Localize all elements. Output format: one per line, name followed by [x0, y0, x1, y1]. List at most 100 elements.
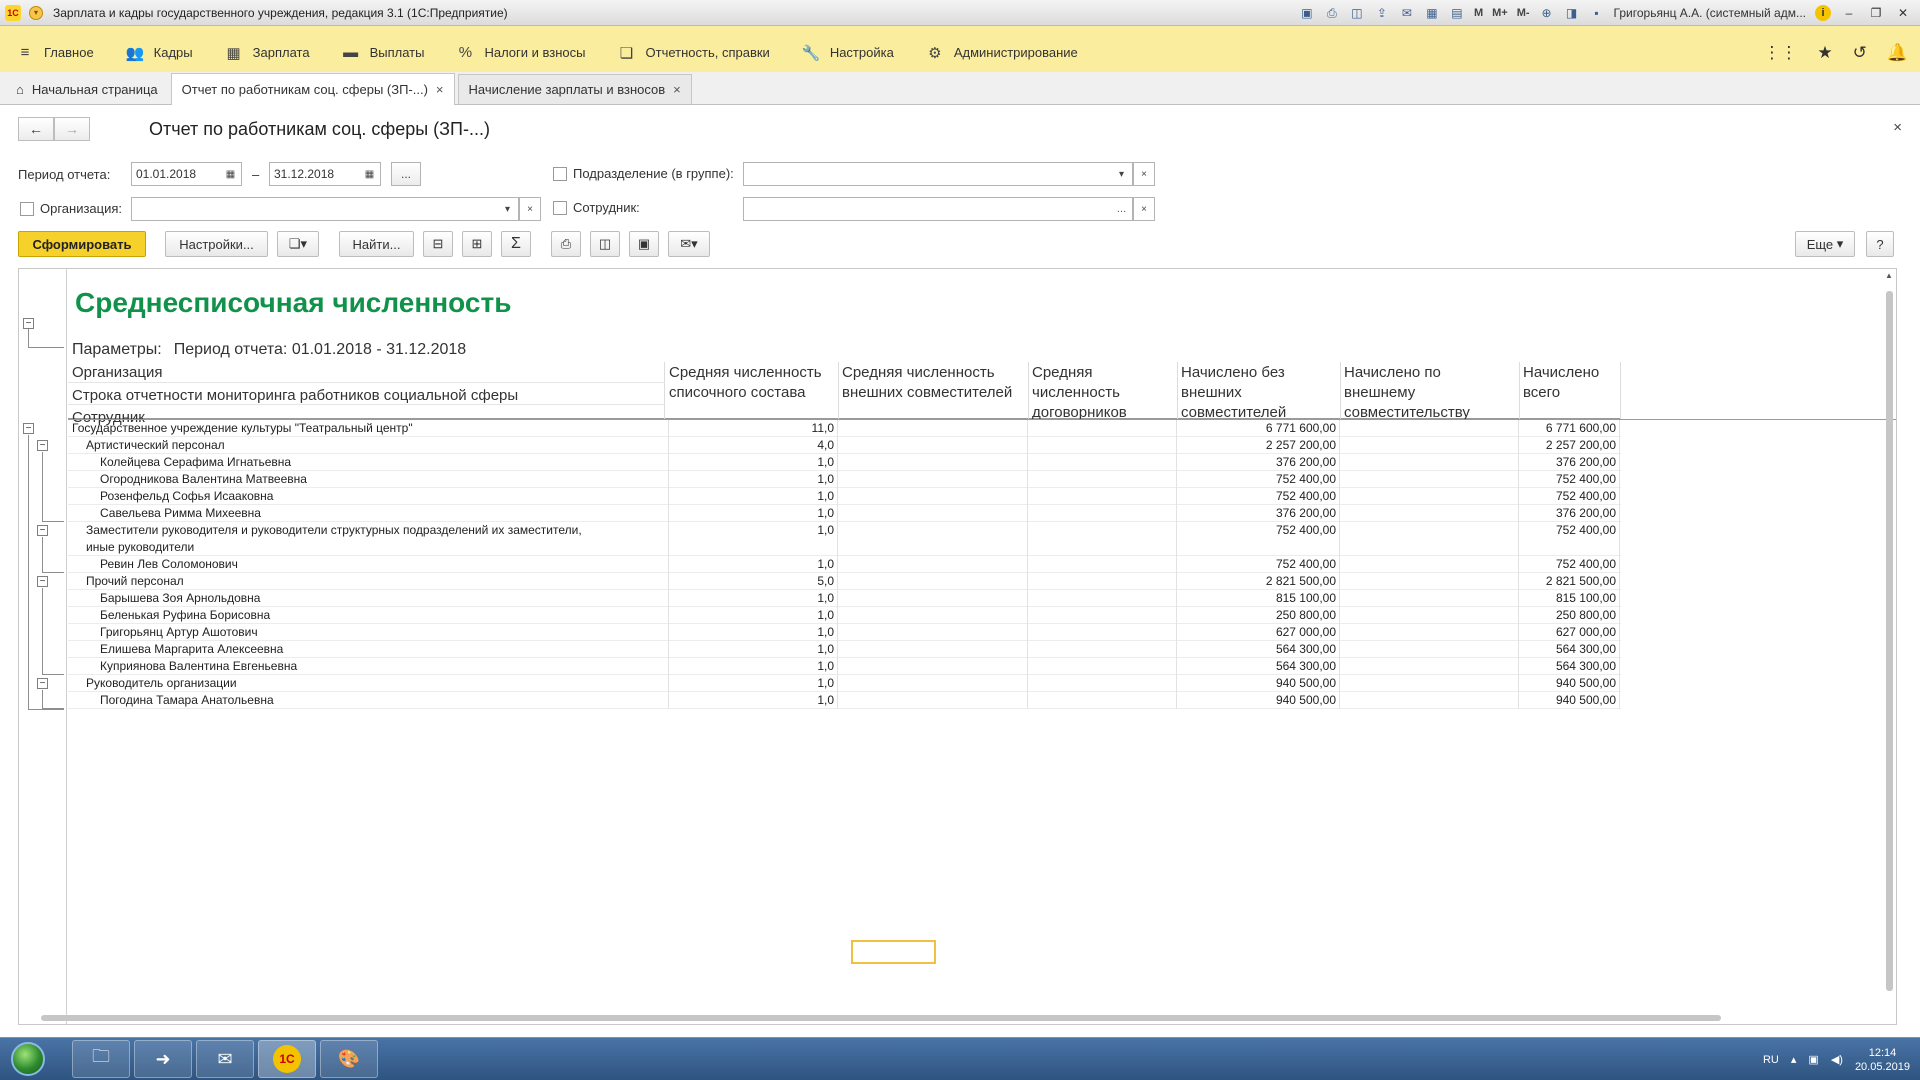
- paint-icon[interactable]: 🎨: [320, 1040, 378, 1078]
- spreadsheet-icon[interactable]: ▦: [1424, 5, 1440, 21]
- employee-field[interactable]: [743, 197, 1113, 221]
- tab-report[interactable]: Отчет по работникам соц. сферы (ЗП-...) ×: [170, 73, 455, 105]
- tray-arrow-icon[interactable]: ▴: [1791, 1053, 1797, 1066]
- dept-checkbox[interactable]: [553, 167, 567, 181]
- start-button[interactable]: [6, 1039, 50, 1079]
- panel-icon[interactable]: ◨: [1564, 5, 1580, 21]
- save-icon[interactable]: ▣: [629, 231, 659, 257]
- chevron-down-icon[interactable]: ▾: [1111, 162, 1133, 186]
- vertical-scroll-thumb[interactable]: [1886, 291, 1893, 991]
- form-close-icon[interactable]: ×: [1893, 119, 1902, 136]
- select-icon[interactable]: …: [1111, 197, 1133, 221]
- app-1c-icon[interactable]: 1С: [258, 1040, 316, 1078]
- horizontal-scroll-thumb[interactable]: [41, 1015, 1721, 1021]
- collapse-icon[interactable]: −: [37, 576, 48, 587]
- active-cell-cursor[interactable]: [851, 940, 936, 964]
- link-icon[interactable]: ⇪: [1374, 5, 1390, 21]
- send-mail-icon[interactable]: ✉▾: [668, 231, 710, 257]
- expand-groups-icon[interactable]: ⊞: [462, 231, 492, 257]
- mail-icon[interactable]: ✉: [1399, 5, 1415, 21]
- date-to-field[interactable]: 31.12.2018: [269, 162, 361, 186]
- date-from-field[interactable]: 01.01.2018: [131, 162, 222, 186]
- back-arrow-icon[interactable]: ←: [18, 117, 54, 141]
- explorer-folder-icon[interactable]: 🗀: [72, 1040, 130, 1078]
- calendar-icon[interactable]: ▦: [220, 162, 242, 186]
- table-row[interactable]: Заместители руководителя и руководители …: [68, 522, 1621, 556]
- calendar-icon[interactable]: ▦: [359, 162, 381, 186]
- table-row[interactable]: Погодина Тамара Анатольевна 1,0 940 500,00…: [68, 692, 1621, 709]
- clear-icon[interactable]: ×: [1133, 162, 1155, 186]
- collapse-icon[interactable]: −: [23, 318, 34, 329]
- language-indicator[interactable]: RU: [1763, 1054, 1779, 1066]
- collapse-icon[interactable]: −: [37, 440, 48, 451]
- table-row[interactable]: Прочий персонал 5,0 2 821 500,00 2 821 500,…: [68, 573, 1621, 590]
- remote-app-icon[interactable]: ➜: [134, 1040, 192, 1078]
- org-field[interactable]: [131, 197, 499, 221]
- collapse-groups-icon[interactable]: ⊟: [423, 231, 453, 257]
- history-icon[interactable]: ↺: [1853, 43, 1867, 63]
- collapse-icon[interactable]: −: [37, 525, 48, 536]
- generate-button[interactable]: Сформировать: [18, 231, 146, 257]
- vertical-scrollbar[interactable]: ▲: [1884, 271, 1894, 1021]
- memory-mplus-button[interactable]: M+: [1492, 5, 1508, 21]
- table-row[interactable]: Елишева Маргарита Алексеевна 1,0 564 300,0…: [68, 641, 1621, 658]
- tab-home[interactable]: ⌂ Начальная страница: [6, 74, 168, 104]
- table-row[interactable]: Государственное учреждение культуры "Теа…: [68, 420, 1621, 437]
- org-checkbox[interactable]: [20, 202, 34, 216]
- memory-m-button[interactable]: M: [1474, 5, 1483, 21]
- print-icon[interactable]: ⎙: [551, 231, 581, 257]
- network-icon[interactable]: ▣: [1808, 1053, 1818, 1066]
- window-close-button[interactable]: ✕: [1894, 4, 1912, 22]
- preview-icon[interactable]: ◫: [1349, 5, 1365, 21]
- info-icon[interactable]: i: [1815, 5, 1831, 21]
- table-row[interactable]: Куприянова Валентина Евгеньевна 1,0 564 30…: [68, 658, 1621, 675]
- favorites-star-icon[interactable]: ★: [1817, 43, 1832, 63]
- help-button[interactable]: ?: [1866, 231, 1894, 257]
- collapse-icon[interactable]: −: [23, 423, 34, 434]
- user-name[interactable]: Григорьянц А.А. (системный адм...: [1614, 6, 1806, 20]
- main-menu-icon[interactable]: ▾: [29, 5, 43, 20]
- collapse-icon[interactable]: −: [37, 678, 48, 689]
- calendar-icon[interactable]: ▤: [1449, 5, 1465, 21]
- restore-button[interactable]: ❐: [1867, 4, 1885, 22]
- notifications-bell-icon[interactable]: 🔔: [1887, 43, 1908, 63]
- sum-icon[interactable]: Σ: [501, 231, 531, 257]
- save-icon[interactable]: ▣: [1299, 5, 1315, 21]
- clear-icon[interactable]: ×: [1133, 197, 1155, 221]
- table-row[interactable]: Савельева Римма Михеевна 1,0 376 200,00 376…: [68, 505, 1621, 522]
- table-row[interactable]: Ревин Лев Соломонович 1,0 752 400,00 752 40…: [68, 556, 1621, 573]
- forward-arrow-icon[interactable]: →: [54, 117, 90, 141]
- table-row[interactable]: Барышева Зоя Арнольдовна 1,0 815 100,00 815…: [68, 590, 1621, 607]
- employee-checkbox[interactable]: [553, 201, 567, 215]
- volume-icon[interactable]: ◀): [1831, 1053, 1843, 1066]
- close-icon[interactable]: ×: [673, 82, 681, 97]
- clock[interactable]: 12:14 20.05.2019: [1855, 1046, 1910, 1074]
- tab-payroll[interactable]: Начисление зарплаты и взносов ×: [457, 74, 692, 104]
- table-row[interactable]: Беленькая Руфина Борисовна 1,0 250 800,00 2…: [68, 607, 1621, 624]
- outlook-icon[interactable]: ✉: [196, 1040, 254, 1078]
- chevron-down-icon[interactable]: ▾: [497, 197, 519, 221]
- zoom-icon[interactable]: ⊕: [1539, 5, 1555, 21]
- settings-button[interactable]: Настройки...: [165, 231, 268, 257]
- more-button[interactable]: Еще ▾: [1795, 231, 1855, 257]
- print-icon[interactable]: ⎙: [1324, 5, 1340, 21]
- table-row[interactable]: Артистический персонал 4,0 2 257 200,00 2 2…: [68, 437, 1621, 454]
- table-row[interactable]: Огородникова Валентина Матвеевна 1,0 752 4…: [68, 471, 1621, 488]
- close-icon[interactable]: ×: [436, 82, 444, 97]
- minimize-button[interactable]: –: [1840, 4, 1858, 22]
- table-row[interactable]: Григорьянц Артур Ашотович 1,0 627 000,00 62…: [68, 624, 1621, 641]
- horizontal-scrollbar[interactable]: [35, 1014, 1885, 1022]
- table-row[interactable]: Руководитель организации 1,0 940 500,00 940…: [68, 675, 1621, 692]
- table-row[interactable]: Розенфельд Софья Исааковна 1,0 752 400,00 7…: [68, 488, 1621, 505]
- memory-mminus-button[interactable]: M-: [1517, 5, 1530, 21]
- table-row[interactable]: Колейцева Серафима Игнатьевна 1,0 376 200,…: [68, 454, 1621, 471]
- dept-field[interactable]: [743, 162, 1113, 186]
- preview-icon[interactable]: ◫: [590, 231, 620, 257]
- clear-icon[interactable]: ×: [519, 197, 541, 221]
- apps-grid-icon[interactable]: ⋮⋮: [1763, 43, 1797, 63]
- report-spreadsheet[interactable]: − Среднесписочная численность Параметры:…: [18, 268, 1897, 1025]
- period-select-button[interactable]: ...: [391, 162, 421, 186]
- scroll-up-icon[interactable]: ▲: [1884, 271, 1894, 280]
- find-button[interactable]: Найти...: [339, 231, 414, 257]
- variant-dropdown-icon[interactable]: ❏▾: [277, 231, 319, 257]
